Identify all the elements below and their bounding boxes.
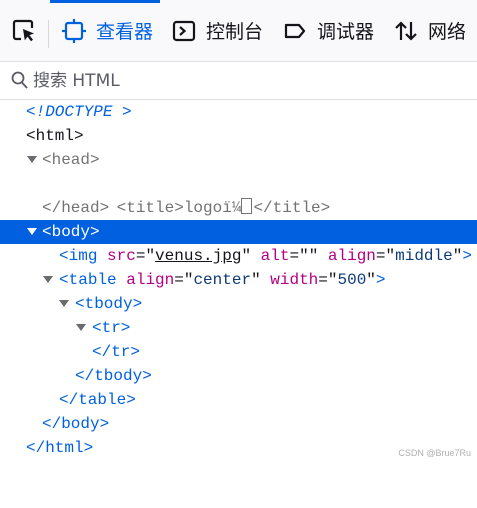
node-head[interactable]: <head> — [0, 148, 477, 172]
tbody-close-tag: </tbody> — [75, 367, 152, 385]
node-doctype[interactable]: <!DOCTYPE > — [0, 100, 477, 124]
tab-network[interactable]: 网络 — [394, 18, 466, 62]
watermark: CSDN @Brue7Ru — [398, 448, 471, 458]
element-picker-button[interactable] — [11, 18, 39, 62]
expand-arrow-icon[interactable] — [27, 228, 37, 235]
body-open-tag: <body> — [42, 223, 100, 241]
debugger-icon — [283, 18, 307, 44]
tab-inspector[interactable]: 查看器 — [50, 0, 160, 62]
expand-arrow-icon[interactable] — [59, 300, 69, 307]
node-title[interactable]: <title>logoï¼ </title> — [0, 172, 477, 217]
table-tag-name: table — [68, 271, 117, 289]
node-table-close[interactable]: </table> — [0, 388, 477, 412]
img-alt-attr: alt — [260, 247, 290, 265]
expand-arrow-icon[interactable] — [43, 276, 53, 283]
node-tbody-close[interactable]: </tbody> — [0, 364, 477, 388]
tag-bracket: > — [375, 271, 386, 289]
search-bar — [0, 62, 477, 100]
node-html[interactable]: <html> — [0, 124, 477, 148]
tr-open-tag: <tr> — [92, 319, 131, 337]
search-icon — [11, 71, 29, 96]
tab-network-label: 网络 — [428, 21, 467, 43]
tbody-open-tag: <tbody> — [75, 295, 143, 313]
node-tr-close[interactable]: </tr> — [0, 340, 477, 364]
network-icon — [394, 18, 418, 44]
tab-console[interactable]: 控制台 — [172, 18, 263, 62]
devtools-toolbar: 查看器 控制台 调试器 网络 — [0, 0, 477, 62]
img-align-value: middle — [395, 247, 453, 265]
markup-tree: <!DOCTYPE > <html> <head> <title>logoï¼ <… — [0, 100, 477, 460]
table-align-value: center — [193, 271, 252, 289]
table-align-attr: align — [126, 271, 175, 289]
expand-arrow-icon[interactable] — [27, 156, 37, 163]
head-open-tag: <head> — [42, 151, 100, 169]
tab-debugger-label: 调试器 — [317, 21, 375, 43]
console-icon — [172, 18, 196, 44]
html-open-tag: <html> — [26, 127, 84, 145]
img-src-attr: src — [107, 247, 136, 265]
table-width-value: 500 — [337, 271, 367, 289]
html-close-tag: </html> — [26, 439, 94, 457]
search-input[interactable] — [33, 68, 453, 94]
doctype-text: <!DOCTYPE > — [26, 103, 132, 121]
node-body-selected[interactable]: <body> — [0, 220, 477, 244]
expand-arrow-icon[interactable] — [76, 324, 86, 331]
element-picker-icon — [12, 19, 34, 42]
toolbar-separator — [48, 20, 49, 48]
inspector-icon — [62, 18, 86, 44]
table-width-attr: width — [270, 271, 319, 289]
node-body-close[interactable]: </body> — [0, 412, 477, 436]
img-align-attr: align — [327, 247, 376, 265]
body-close-tag: </body> — [42, 415, 110, 433]
node-head-close[interactable]: </head> — [0, 196, 477, 220]
head-close-tag: </head> — [42, 199, 110, 217]
node-tbody[interactable]: <tbody> — [0, 292, 477, 316]
tag-bracket: > — [462, 247, 472, 265]
node-tr[interactable]: <tr> — [0, 316, 477, 340]
tab-debugger[interactable]: 调试器 — [283, 18, 374, 62]
img-tag-name: img — [68, 247, 98, 265]
tag-bracket: < — [59, 247, 69, 265]
tab-inspector-label: 查看器 — [96, 21, 154, 43]
node-table[interactable]: <table align="center" width="500"> — [0, 268, 477, 292]
tab-console-label: 控制台 — [206, 21, 264, 43]
tag-bracket: < — [59, 271, 69, 289]
img-src-link[interactable]: venus.jpg — [155, 247, 241, 265]
table-close-tag: </table> — [59, 391, 136, 409]
node-img[interactable]: <img src="venus.jpg" alt="" align="middl… — [0, 244, 477, 268]
tr-close-tag: </tr> — [92, 343, 141, 361]
